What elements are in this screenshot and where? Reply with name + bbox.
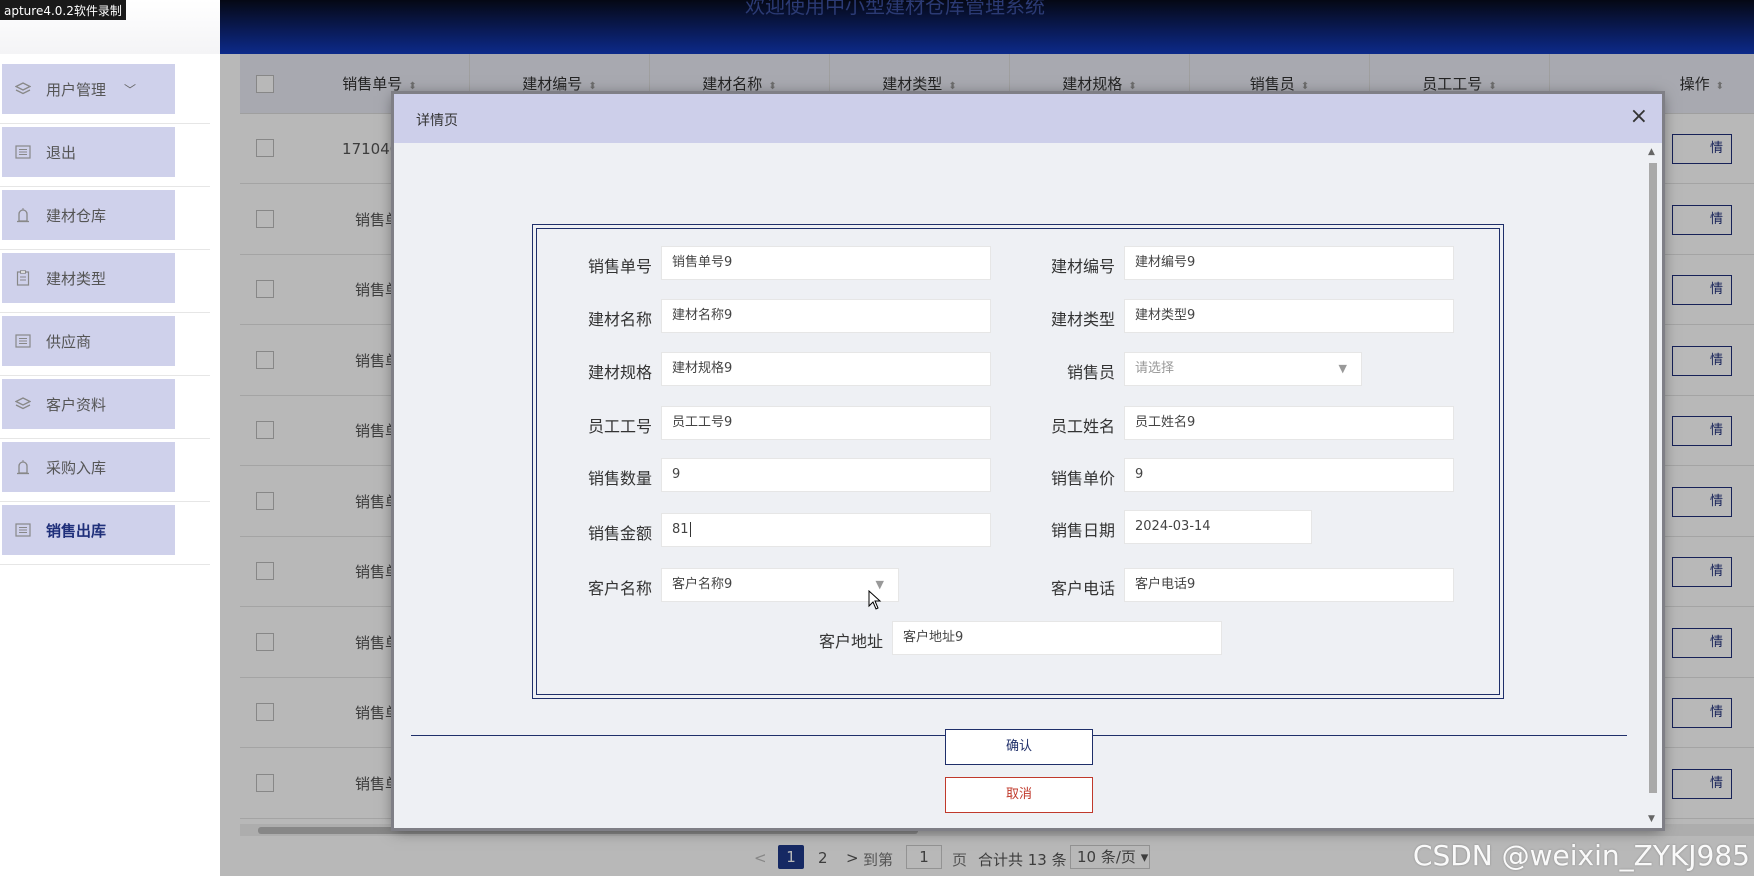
sidebar-item-label: 采购入库	[46, 458, 107, 477]
sidebar-button[interactable]: 建材仓库	[2, 190, 175, 240]
employee-no-input[interactable]: 员工工号9	[661, 406, 991, 440]
customer-address-label: 客户地址	[819, 632, 884, 651]
amount-label: 销售金额	[588, 524, 653, 543]
employee-name-label: 员工姓名	[1051, 417, 1116, 436]
sidebar: 用户管理 ﹀ 退出 建材仓库 建材类型 供应商 客户资料 采购入库 销售出库	[0, 54, 220, 876]
stack-icon	[14, 395, 32, 413]
sidebar-item-label: 建材仓库	[46, 206, 107, 225]
quantity-label: 销售数量	[588, 469, 653, 488]
material-no-label: 建材编号	[1051, 257, 1116, 276]
sidebar-item-label: 退出	[46, 143, 77, 162]
sidebar-item-material-type[interactable]: 建材类型	[0, 243, 210, 313]
unit-price-label: 销售单价	[1051, 469, 1116, 488]
sidebar-button[interactable]: 客户资料	[2, 379, 175, 429]
sidebar-item-label: 用户管理	[46, 80, 107, 99]
scroll-down-icon[interactable]: ▼	[1648, 814, 1655, 824]
sidebar-item-customer[interactable]: 客户资料	[0, 369, 210, 439]
amount-input[interactable]: 81	[661, 513, 991, 547]
scrollbar-thumb[interactable]	[1649, 163, 1657, 793]
top-header: apture4.0.2软件录制 欢迎使用中小型建材仓库管理系统	[0, 0, 1754, 54]
sidebar-item-logout[interactable]: 退出	[0, 117, 210, 187]
chevron-down-icon: ﹀	[124, 82, 137, 97]
material-type-label: 建材类型	[1051, 310, 1116, 329]
sidebar-item-label: 客户资料	[46, 395, 107, 414]
text-caret	[689, 522, 691, 537]
sidebar-item-label: 销售出库	[46, 521, 107, 540]
customer-address-input[interactable]: 客户地址9	[892, 621, 1222, 655]
recorder-watermark: apture4.0.2软件录制	[0, 0, 126, 20]
sidebar-item-label: 供应商	[46, 332, 92, 351]
sale-date-picker[interactable]: 2024-03-14	[1124, 510, 1312, 544]
customer-name-label: 客户名称	[588, 579, 653, 598]
employee-name-input[interactable]: 员工姓名9	[1124, 406, 1454, 440]
sidebar-button[interactable]: 销售出库	[2, 505, 175, 555]
sidebar-button[interactable]: 建材类型	[2, 253, 175, 303]
close-icon[interactable]: ×	[1630, 104, 1648, 129]
detail-form: 销售单号 销售单号9 建材编号 建材编号9 建材名称 建材名称9 建材类型 建材…	[532, 224, 1504, 699]
material-name-label: 建材名称	[588, 310, 653, 329]
list-icon	[14, 521, 32, 539]
sidebar-item-warehouse[interactable]: 建材仓库	[0, 180, 210, 250]
sale-date-label: 销售日期	[1051, 521, 1116, 540]
salesperson-select[interactable]: 请选择 ▼	[1124, 352, 1362, 386]
customer-name-select[interactable]: 客户名称9 ▼	[661, 568, 899, 602]
material-type-input[interactable]: 建材类型9	[1124, 299, 1454, 333]
csdn-watermark: CSDN @weixin_ZYKJ985	[1412, 839, 1750, 872]
document-icon	[14, 269, 32, 287]
employee-no-label: 员工工号	[588, 417, 653, 436]
modal-title: 详情页	[416, 113, 458, 129]
confirm-button[interactable]: 确认	[945, 729, 1093, 765]
sidebar-item-purchase-in[interactable]: 采购入库	[0, 432, 210, 502]
stack-icon	[14, 80, 32, 98]
unit-price-input[interactable]: 9	[1124, 458, 1454, 492]
alarm-icon	[14, 206, 32, 224]
list-icon	[14, 332, 32, 350]
sale-no-label: 销售单号	[588, 257, 653, 276]
sidebar-button[interactable]: 供应商	[2, 316, 175, 366]
sidebar-button[interactable]: 用户管理 ﹀	[2, 64, 175, 114]
mouse-cursor-icon	[868, 590, 882, 610]
material-spec-label: 建材规格	[588, 363, 653, 382]
modal-header: 详情页 ×	[394, 94, 1662, 143]
scroll-up-icon[interactable]: ▲	[1648, 147, 1655, 157]
sidebar-item-sales-out[interactable]: 销售出库	[0, 495, 210, 565]
alarm-icon	[14, 458, 32, 476]
list-icon	[14, 143, 32, 161]
material-no-input[interactable]: 建材编号9	[1124, 246, 1454, 280]
chevron-down-icon: ▼	[1338, 362, 1347, 375]
material-name-input[interactable]: 建材名称9	[661, 299, 991, 333]
cancel-button[interactable]: 取消	[945, 777, 1093, 813]
salesperson-label: 销售员	[1067, 363, 1116, 382]
customer-phone-label: 客户电话	[1051, 579, 1116, 598]
detail-modal: 详情页 × 销售单号 销售单号9 建材编号 建材编号9 建材名称 建材名称9 建…	[394, 94, 1662, 828]
modal-body: 销售单号 销售单号9 建材编号 建材编号9 建材名称 建材名称9 建材类型 建材…	[394, 143, 1644, 828]
sidebar-button[interactable]: 采购入库	[2, 442, 175, 492]
quantity-input[interactable]: 9	[661, 458, 991, 492]
modal-vertical-scrollbar[interactable]: ▲ ▼	[1644, 143, 1662, 828]
sale-no-input[interactable]: 销售单号9	[661, 246, 991, 280]
customer-phone-input[interactable]: 客户电话9	[1124, 568, 1454, 602]
sidebar-item-user-management[interactable]: 用户管理 ﹀	[0, 54, 210, 124]
material-spec-input[interactable]: 建材规格9	[661, 352, 991, 386]
sidebar-item-supplier[interactable]: 供应商	[0, 306, 210, 376]
app-title: 欢迎使用中小型建材仓库管理系统	[745, 0, 1045, 18]
sidebar-item-label: 建材类型	[46, 269, 107, 288]
sidebar-button[interactable]: 退出	[2, 127, 175, 177]
